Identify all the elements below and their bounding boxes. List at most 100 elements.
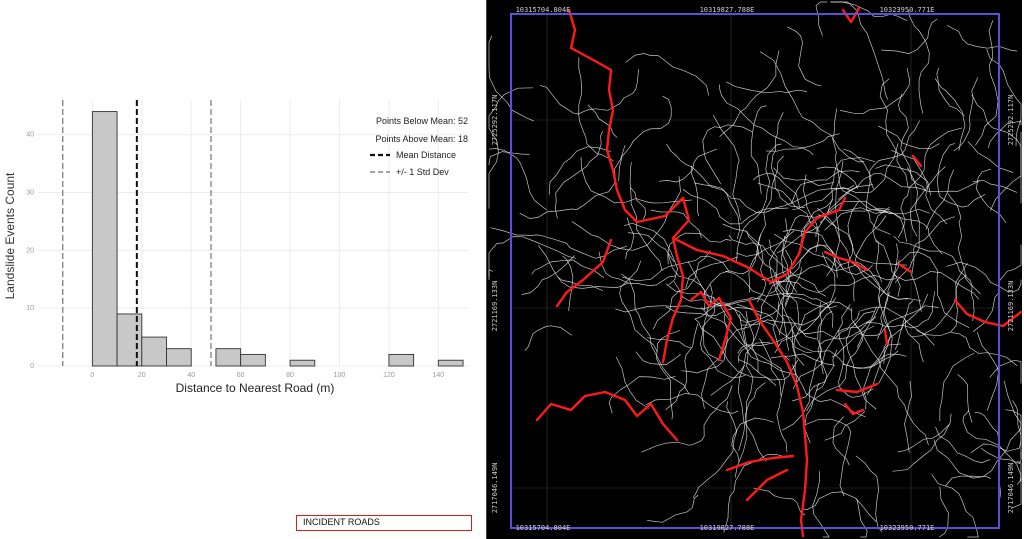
road-line <box>750 105 767 194</box>
road-line <box>972 179 1018 193</box>
road-line <box>656 329 680 420</box>
road-line <box>892 413 952 472</box>
x-tick-label: 0 <box>90 372 94 379</box>
road-line <box>608 375 676 414</box>
road-line <box>539 69 639 115</box>
road-line <box>900 127 963 242</box>
histogram-bar <box>116 313 143 367</box>
road-line <box>761 244 843 281</box>
road-line <box>879 78 909 189</box>
histogram-bar <box>215 348 242 367</box>
road-line <box>773 167 835 186</box>
road-line <box>750 296 790 351</box>
x-tick-label: 140 <box>433 372 445 379</box>
road-line <box>904 320 924 363</box>
road-line <box>986 49 1022 147</box>
road-line <box>819 184 873 224</box>
road-line <box>904 380 912 453</box>
road-line <box>701 320 776 409</box>
incident-road <box>535 390 679 442</box>
coord-label-left: 2717046.149N <box>491 463 499 514</box>
histogram-bar <box>388 353 415 367</box>
road-line <box>832 108 888 212</box>
y-tick-label: 30 <box>26 190 34 197</box>
road-line <box>843 148 891 235</box>
incident-road-paths <box>535 6 1023 538</box>
road-line <box>916 262 968 337</box>
road-line <box>911 216 955 312</box>
legend-std-label: +/- 1 Std Dev <box>396 167 449 177</box>
road-network-map: 10315704.804E 10319827.788E 10323950.771E 1… <box>486 0 1023 539</box>
y-tick-label: 40 <box>26 132 34 139</box>
road-line <box>726 81 808 94</box>
road-line <box>731 417 774 463</box>
road-line <box>824 411 866 441</box>
road-line <box>847 201 859 302</box>
incident-road <box>883 328 889 346</box>
road-line <box>737 365 746 451</box>
road-line <box>946 24 1018 52</box>
road-line <box>752 172 800 207</box>
road-line <box>953 77 979 152</box>
map-canvas: 10315704.804E 10319827.788E 10323950.771E 1… <box>488 1 1023 538</box>
road-line <box>908 10 930 114</box>
road-line <box>647 494 699 523</box>
x-tick-label: 40 <box>187 372 195 379</box>
road-line <box>521 255 575 295</box>
road-line <box>787 26 822 87</box>
road-line <box>694 182 741 239</box>
road-line <box>770 112 805 208</box>
road-line <box>618 95 672 182</box>
road-line <box>934 78 966 151</box>
incident-road <box>843 402 865 416</box>
road-line <box>939 486 949 538</box>
y-tick-label: 20 <box>26 247 34 254</box>
road-line <box>845 311 877 410</box>
road-line <box>792 306 877 389</box>
coord-label-left: 2721169.133N <box>491 281 499 332</box>
road-line <box>666 143 731 198</box>
road-line <box>628 232 675 263</box>
coord-label-bottom: 10315704.804E <box>516 524 571 532</box>
road-line <box>975 168 1007 224</box>
histogram-chart: 0 20 40 60 80 100 120 140 0 10 20 30 40 Landslide E… <box>3 100 468 395</box>
road-line <box>804 418 852 497</box>
road-line <box>791 327 899 370</box>
road-line <box>692 401 738 499</box>
road-line <box>975 20 999 146</box>
road-line <box>700 296 746 379</box>
incident-roads-label: INCIDENT ROADS <box>303 517 380 527</box>
road-line <box>753 487 806 516</box>
road-line <box>622 255 730 282</box>
road-line <box>743 310 767 462</box>
x-tick-label: 100 <box>334 372 346 379</box>
histogram-bar <box>91 111 118 367</box>
y-tick-labels: 0 10 20 30 40 <box>26 132 34 370</box>
road-line <box>947 193 981 295</box>
x-tick-label: 120 <box>383 372 395 379</box>
road-line <box>554 131 604 219</box>
road-line <box>790 170 860 204</box>
road-line <box>1003 380 1022 459</box>
legend-points-below: Points Below Mean: 52 <box>376 116 468 126</box>
incident-road <box>555 238 613 308</box>
histogram-bar <box>240 353 266 367</box>
road-line <box>970 400 1022 454</box>
road-line <box>630 187 647 220</box>
coord-label-bottom: 10323950.771E <box>880 524 935 532</box>
road-line <box>647 337 692 349</box>
road-line <box>766 133 840 152</box>
road-line <box>856 498 868 538</box>
x-tick-label: 20 <box>138 372 146 379</box>
road-line <box>802 174 820 253</box>
histogram-bar <box>289 359 316 367</box>
road-line <box>682 189 789 225</box>
road-line <box>925 169 955 230</box>
road-line <box>710 341 770 396</box>
road-line <box>891 149 948 225</box>
y-tick-label: 0 <box>30 363 34 370</box>
road-line <box>974 411 1001 498</box>
road-line <box>615 356 649 409</box>
road-line <box>621 273 690 395</box>
road-line <box>980 447 1022 464</box>
